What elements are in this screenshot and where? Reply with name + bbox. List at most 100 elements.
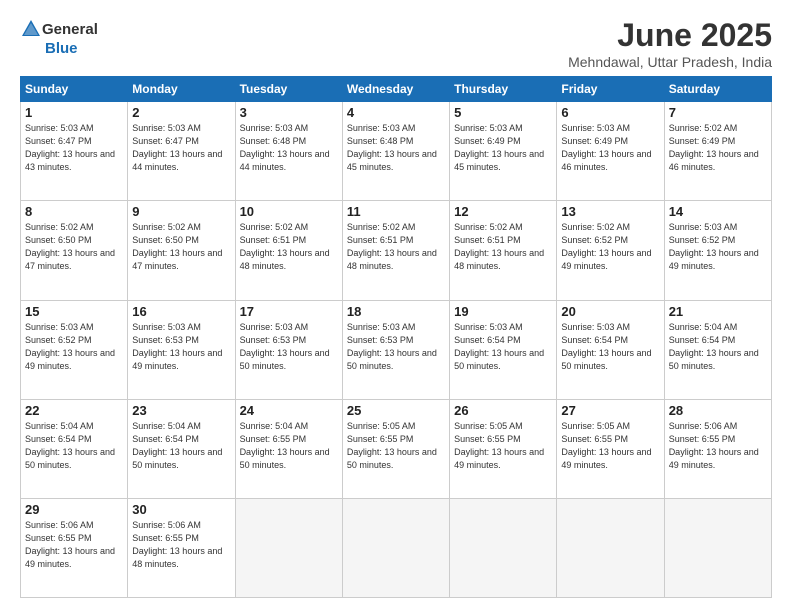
logo-general: General	[42, 21, 98, 38]
calendar-table: Sunday Monday Tuesday Wednesday Thursday…	[20, 76, 772, 598]
table-row	[664, 498, 771, 597]
cell-info: Sunrise: 5:04 AMSunset: 6:54 PMDaylight:…	[132, 421, 222, 470]
day-number: 5	[454, 105, 552, 120]
day-number: 27	[561, 403, 659, 418]
cell-info: Sunrise: 5:05 AMSunset: 6:55 PMDaylight:…	[347, 421, 437, 470]
day-number: 6	[561, 105, 659, 120]
cell-info: Sunrise: 5:03 AMSunset: 6:48 PMDaylight:…	[240, 123, 330, 172]
day-number: 11	[347, 204, 445, 219]
table-row: 28 Sunrise: 5:06 AMSunset: 6:55 PMDaylig…	[664, 399, 771, 498]
cell-info: Sunrise: 5:03 AMSunset: 6:47 PMDaylight:…	[25, 123, 115, 172]
calendar-row: 1 Sunrise: 5:03 AMSunset: 6:47 PMDayligh…	[21, 102, 772, 201]
table-row: 17 Sunrise: 5:03 AMSunset: 6:53 PMDaylig…	[235, 300, 342, 399]
table-row: 16 Sunrise: 5:03 AMSunset: 6:53 PMDaylig…	[128, 300, 235, 399]
cell-info: Sunrise: 5:02 AMSunset: 6:49 PMDaylight:…	[669, 123, 759, 172]
day-number: 4	[347, 105, 445, 120]
table-row: 24 Sunrise: 5:04 AMSunset: 6:55 PMDaylig…	[235, 399, 342, 498]
day-number: 23	[132, 403, 230, 418]
table-row: 5 Sunrise: 5:03 AMSunset: 6:49 PMDayligh…	[450, 102, 557, 201]
table-row: 2 Sunrise: 5:03 AMSunset: 6:47 PMDayligh…	[128, 102, 235, 201]
day-number: 13	[561, 204, 659, 219]
logo-icon	[20, 18, 42, 40]
col-sunday: Sunday	[21, 77, 128, 102]
cell-info: Sunrise: 5:02 AMSunset: 6:51 PMDaylight:…	[347, 222, 437, 271]
day-number: 24	[240, 403, 338, 418]
table-row: 25 Sunrise: 5:05 AMSunset: 6:55 PMDaylig…	[342, 399, 449, 498]
table-row: 27 Sunrise: 5:05 AMSunset: 6:55 PMDaylig…	[557, 399, 664, 498]
day-number: 19	[454, 304, 552, 319]
cell-info: Sunrise: 5:03 AMSunset: 6:49 PMDaylight:…	[454, 123, 544, 172]
day-number: 3	[240, 105, 338, 120]
table-row	[342, 498, 449, 597]
day-number: 30	[132, 502, 230, 517]
col-thursday: Thursday	[450, 77, 557, 102]
cell-info: Sunrise: 5:04 AMSunset: 6:55 PMDaylight:…	[240, 421, 330, 470]
table-row	[450, 498, 557, 597]
table-row: 11 Sunrise: 5:02 AMSunset: 6:51 PMDaylig…	[342, 201, 449, 300]
cell-info: Sunrise: 5:02 AMSunset: 6:50 PMDaylight:…	[25, 222, 115, 271]
day-number: 7	[669, 105, 767, 120]
cell-info: Sunrise: 5:06 AMSunset: 6:55 PMDaylight:…	[669, 421, 759, 470]
day-number: 26	[454, 403, 552, 418]
table-row: 30 Sunrise: 5:06 AMSunset: 6:55 PMDaylig…	[128, 498, 235, 597]
table-row: 3 Sunrise: 5:03 AMSunset: 6:48 PMDayligh…	[235, 102, 342, 201]
cell-info: Sunrise: 5:02 AMSunset: 6:50 PMDaylight:…	[132, 222, 222, 271]
cell-info: Sunrise: 5:03 AMSunset: 6:53 PMDaylight:…	[240, 322, 330, 371]
table-row	[557, 498, 664, 597]
cell-info: Sunrise: 5:03 AMSunset: 6:53 PMDaylight:…	[132, 322, 222, 371]
table-row: 15 Sunrise: 5:03 AMSunset: 6:52 PMDaylig…	[21, 300, 128, 399]
day-number: 17	[240, 304, 338, 319]
table-row: 29 Sunrise: 5:06 AMSunset: 6:55 PMDaylig…	[21, 498, 128, 597]
day-number: 18	[347, 304, 445, 319]
cell-info: Sunrise: 5:03 AMSunset: 6:53 PMDaylight:…	[347, 322, 437, 371]
col-saturday: Saturday	[664, 77, 771, 102]
table-row: 4 Sunrise: 5:03 AMSunset: 6:48 PMDayligh…	[342, 102, 449, 201]
day-number: 10	[240, 204, 338, 219]
cell-info: Sunrise: 5:03 AMSunset: 6:54 PMDaylight:…	[561, 322, 651, 371]
calendar-row: 29 Sunrise: 5:06 AMSunset: 6:55 PMDaylig…	[21, 498, 772, 597]
day-number: 16	[132, 304, 230, 319]
subtitle: Mehndawal, Uttar Pradesh, India	[568, 54, 772, 70]
table-row: 23 Sunrise: 5:04 AMSunset: 6:54 PMDaylig…	[128, 399, 235, 498]
cell-info: Sunrise: 5:05 AMSunset: 6:55 PMDaylight:…	[454, 421, 544, 470]
table-row: 21 Sunrise: 5:04 AMSunset: 6:54 PMDaylig…	[664, 300, 771, 399]
logo-blue: Blue	[45, 40, 78, 57]
cell-info: Sunrise: 5:06 AMSunset: 6:55 PMDaylight:…	[25, 520, 115, 569]
day-number: 9	[132, 204, 230, 219]
day-number: 25	[347, 403, 445, 418]
logo: General Blue	[20, 18, 98, 57]
day-number: 8	[25, 204, 123, 219]
col-friday: Friday	[557, 77, 664, 102]
table-row: 6 Sunrise: 5:03 AMSunset: 6:49 PMDayligh…	[557, 102, 664, 201]
cell-info: Sunrise: 5:02 AMSunset: 6:51 PMDaylight:…	[240, 222, 330, 271]
cell-info: Sunrise: 5:02 AMSunset: 6:51 PMDaylight:…	[454, 222, 544, 271]
table-row: 14 Sunrise: 5:03 AMSunset: 6:52 PMDaylig…	[664, 201, 771, 300]
table-row: 10 Sunrise: 5:02 AMSunset: 6:51 PMDaylig…	[235, 201, 342, 300]
cell-info: Sunrise: 5:03 AMSunset: 6:52 PMDaylight:…	[25, 322, 115, 371]
day-number: 14	[669, 204, 767, 219]
day-number: 22	[25, 403, 123, 418]
cell-info: Sunrise: 5:02 AMSunset: 6:52 PMDaylight:…	[561, 222, 651, 271]
table-row: 8 Sunrise: 5:02 AMSunset: 6:50 PMDayligh…	[21, 201, 128, 300]
day-number: 1	[25, 105, 123, 120]
day-number: 20	[561, 304, 659, 319]
day-number: 21	[669, 304, 767, 319]
cell-info: Sunrise: 5:03 AMSunset: 6:54 PMDaylight:…	[454, 322, 544, 371]
day-number: 28	[669, 403, 767, 418]
cell-info: Sunrise: 5:06 AMSunset: 6:55 PMDaylight:…	[132, 520, 222, 569]
table-row: 19 Sunrise: 5:03 AMSunset: 6:54 PMDaylig…	[450, 300, 557, 399]
col-wednesday: Wednesday	[342, 77, 449, 102]
table-row: 7 Sunrise: 5:02 AMSunset: 6:49 PMDayligh…	[664, 102, 771, 201]
table-row: 9 Sunrise: 5:02 AMSunset: 6:50 PMDayligh…	[128, 201, 235, 300]
cell-info: Sunrise: 5:03 AMSunset: 6:48 PMDaylight:…	[347, 123, 437, 172]
calendar-row: 8 Sunrise: 5:02 AMSunset: 6:50 PMDayligh…	[21, 201, 772, 300]
table-row: 20 Sunrise: 5:03 AMSunset: 6:54 PMDaylig…	[557, 300, 664, 399]
table-row: 1 Sunrise: 5:03 AMSunset: 6:47 PMDayligh…	[21, 102, 128, 201]
cell-info: Sunrise: 5:03 AMSunset: 6:52 PMDaylight:…	[669, 222, 759, 271]
calendar-row: 22 Sunrise: 5:04 AMSunset: 6:54 PMDaylig…	[21, 399, 772, 498]
header: General Blue June 2025 Mehndawal, Uttar …	[20, 18, 772, 70]
day-number: 15	[25, 304, 123, 319]
main-title: June 2025	[568, 18, 772, 53]
table-row: 26 Sunrise: 5:05 AMSunset: 6:55 PMDaylig…	[450, 399, 557, 498]
title-block: June 2025 Mehndawal, Uttar Pradesh, Indi…	[568, 18, 772, 70]
